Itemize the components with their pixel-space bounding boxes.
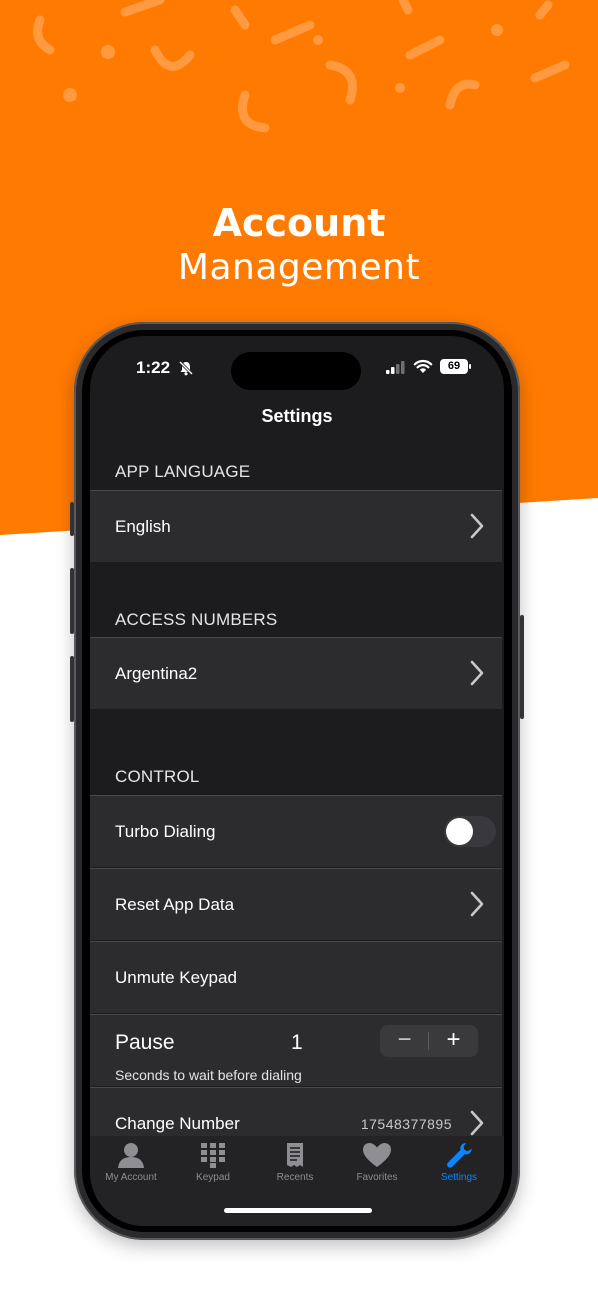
- nav-title: Settings: [261, 406, 333, 426]
- section-header-app-language: APP LANGUAGE: [115, 462, 251, 481]
- row-label: Argentina2: [115, 664, 198, 683]
- row-unmute-keypad[interactable]: Unmute Keypad: [90, 941, 502, 1013]
- pause-value: 1: [291, 1031, 303, 1054]
- current-number: 17548377895: [360, 1116, 452, 1132]
- toggle-knob: [446, 818, 473, 845]
- person-icon: [118, 1143, 144, 1168]
- tab-label: Settings: [440, 1172, 478, 1183]
- row-turbo-dialing: Turbo Dialing: [90, 795, 502, 867]
- status-time: 1:22: [136, 358, 171, 377]
- receipt-icon: [287, 1143, 303, 1167]
- row-pause: Pause 1 − + Seconds to wait before diali…: [90, 1014, 502, 1086]
- chevron-right-icon: [470, 660, 484, 686]
- tab-label: Favorites: [356, 1172, 398, 1183]
- tab-my-account[interactable]: My Account: [90, 1142, 172, 1192]
- phone-screen: 1:22 69 Settings APP LANGUAGE English AC…: [90, 336, 504, 1226]
- row-reset-app-data[interactable]: Reset App Data: [90, 868, 502, 940]
- row-label: English: [115, 517, 171, 536]
- tab-label: Keypad: [196, 1172, 230, 1183]
- decrement-button[interactable]: −: [380, 1025, 429, 1057]
- tab-label: My Account: [105, 1172, 157, 1183]
- tab-keypad[interactable]: Keypad: [172, 1142, 254, 1192]
- settings-list: APP LANGUAGE English ACCESS NUMBERS Arge…: [90, 438, 502, 1159]
- power-button: [520, 615, 524, 719]
- turbo-dialing-toggle[interactable]: [444, 816, 496, 847]
- wifi-icon: [413, 359, 433, 373]
- chevron-right-icon: [470, 513, 484, 539]
- keypad-icon: [201, 1143, 225, 1168]
- row-label: Unmute Keypad: [115, 968, 237, 987]
- battery-icon: 69: [440, 359, 471, 374]
- tab-bar: My Account Keypad Recents Favorites Sett…: [90, 1136, 504, 1226]
- bell-slash-icon: [178, 360, 194, 376]
- section-header-control: CONTROL: [115, 767, 200, 786]
- row-label: Reset App Data: [115, 895, 235, 914]
- tab-settings[interactable]: Settings: [418, 1142, 500, 1192]
- pause-subtitle: Seconds to wait before dialing: [115, 1067, 302, 1083]
- section-header-access-numbers: ACCESS NUMBERS: [115, 610, 278, 629]
- heart-icon: [363, 1143, 391, 1167]
- status-bar: 1:22 69: [90, 336, 504, 396]
- promo-headline: Account Management: [0, 200, 598, 290]
- chevron-right-icon: [470, 891, 484, 917]
- cellular-signal-icon: [386, 361, 405, 374]
- pause-label: Pause: [115, 1031, 175, 1054]
- dynamic-island: [231, 352, 361, 390]
- pause-stepper: − +: [380, 1025, 478, 1057]
- increment-button[interactable]: +: [429, 1025, 478, 1057]
- chevron-right-icon: [470, 1110, 484, 1136]
- row-access-number[interactable]: Argentina2: [90, 637, 502, 709]
- row-label: Turbo Dialing: [115, 822, 216, 841]
- wrench-icon: [447, 1143, 472, 1168]
- tab-label: Recents: [276, 1172, 314, 1183]
- tab-favorites[interactable]: Favorites: [336, 1142, 418, 1192]
- headline-light: Management: [177, 247, 421, 288]
- headline-bold: Account: [212, 201, 386, 245]
- tab-recents[interactable]: Recents: [254, 1142, 336, 1192]
- home-indicator: [224, 1208, 372, 1213]
- row-label: Change Number: [115, 1114, 240, 1133]
- row-app-language[interactable]: English: [90, 490, 502, 562]
